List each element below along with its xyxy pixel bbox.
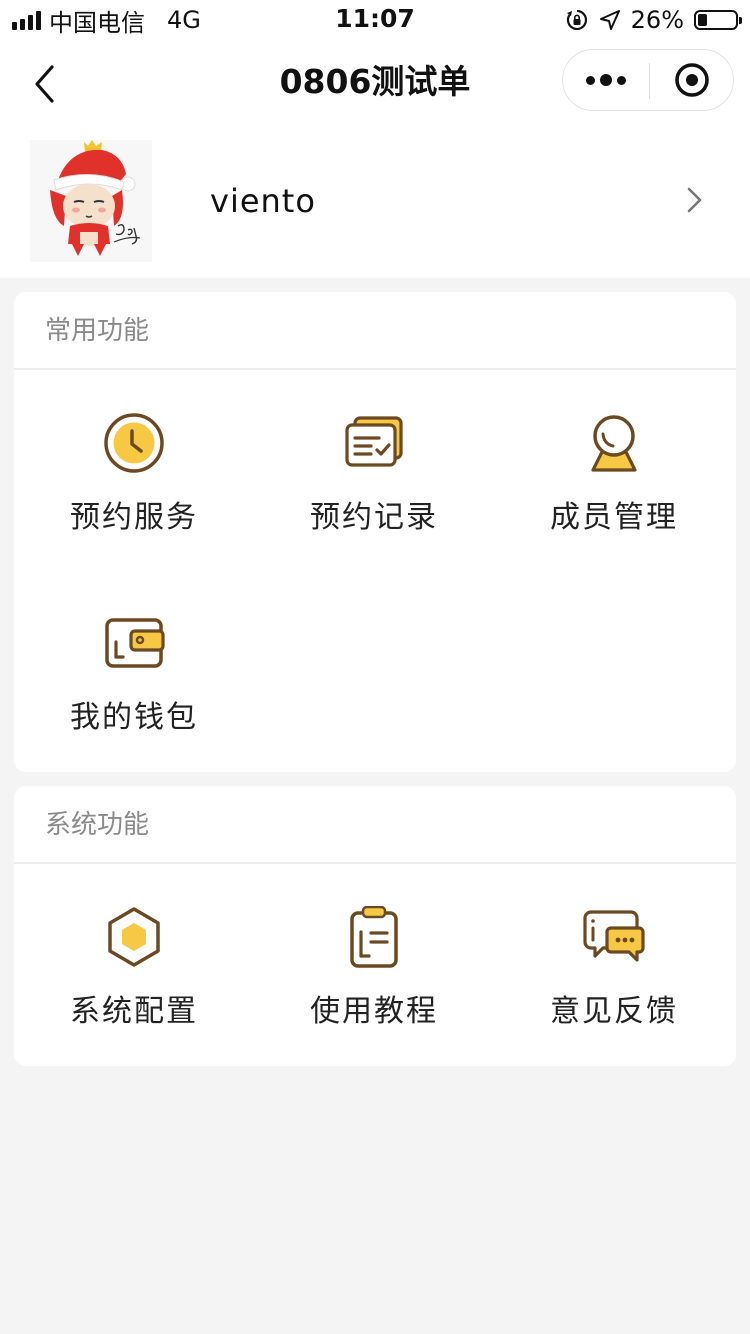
menu-item-member-management[interactable]: 成员管理 — [494, 412, 734, 572]
nav-bar: 0806测试单 — [0, 40, 750, 128]
status-bar-right: 26% — [565, 6, 742, 34]
orientation-lock-icon — [566, 9, 587, 31]
profile-row[interactable]: viento — [0, 128, 750, 278]
menu-item-label: 预约服务 — [70, 500, 198, 535]
username: viento — [210, 182, 316, 220]
more-dots-icon — [586, 75, 595, 85]
cartoon-avatar-image — [30, 140, 152, 262]
menu-item-system-config[interactable]: 系统配置 — [14, 906, 254, 1066]
menu-item-label: 我的钱包 — [70, 700, 198, 735]
feedback-chat-icon — [583, 910, 645, 962]
location-arrow-icon — [599, 10, 620, 30]
menu-item-label: 系统配置 — [70, 994, 198, 1029]
profile-chevron-right-icon — [680, 180, 710, 220]
clock-icon — [104, 413, 164, 473]
system-functions-card: 系统功能 系统配置 使用教程 意见反馈 — [14, 786, 736, 1066]
common-functions-card: 常用功能 预约服务 预约记录 成员管理 我的钱包 — [14, 292, 736, 772]
section-title-system: 系统功能 — [14, 786, 736, 864]
clipboard-icon — [350, 906, 398, 968]
battery-icon — [694, 10, 742, 30]
status-bar: 中国电信 4G 11:07 26% — [0, 0, 750, 40]
target-close-icon — [675, 63, 709, 97]
menu-item-my-wallet[interactable]: 我的钱包 — [14, 612, 254, 772]
menu-item-booking-records[interactable]: 预约记录 — [254, 412, 494, 572]
close-button[interactable] — [650, 50, 734, 110]
member-icon — [591, 415, 637, 472]
menu-item-label: 预约记录 — [310, 500, 438, 535]
mini-program-capsule — [562, 49, 734, 111]
more-button[interactable] — [563, 50, 649, 110]
avatar[interactable] — [30, 140, 152, 262]
section-title-common: 常用功能 — [14, 292, 736, 370]
menu-item-label: 使用教程 — [310, 994, 438, 1029]
wallet-icon — [105, 618, 165, 668]
menu-item-booking-service[interactable]: 预约服务 — [14, 412, 254, 572]
menu-item-feedback[interactable]: 意见反馈 — [494, 906, 734, 1066]
hexagon-settings-icon — [108, 907, 160, 967]
battery-percent: 26% — [630, 6, 684, 34]
menu-item-tutorial[interactable]: 使用教程 — [254, 906, 494, 1066]
records-icon — [345, 416, 403, 467]
menu-item-label: 成员管理 — [550, 500, 678, 535]
menu-item-label: 意见反馈 — [550, 994, 678, 1029]
